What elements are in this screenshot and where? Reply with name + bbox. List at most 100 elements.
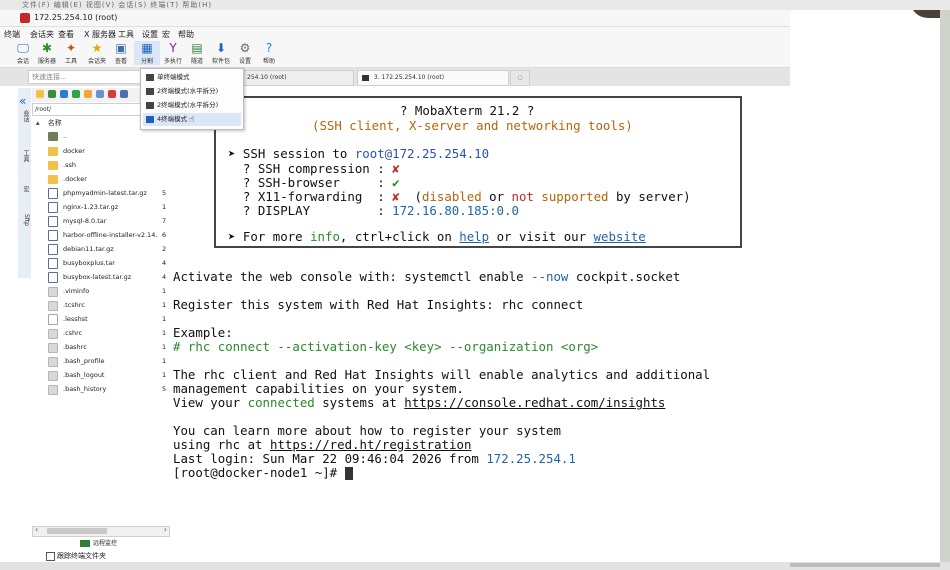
split-vertical-icon bbox=[146, 102, 154, 109]
help-link[interactable]: help bbox=[459, 229, 489, 244]
file-icon bbox=[48, 343, 58, 353]
menu-item-2[interactable]: 查看 bbox=[58, 29, 74, 40]
file-name: mysql-8.0.tar bbox=[63, 217, 107, 225]
file-row[interactable]: .bash_logout 1 bbox=[48, 369, 168, 382]
menu-item-4[interactable]: 工具 bbox=[118, 29, 134, 40]
file-row[interactable]: .. bbox=[48, 130, 168, 143]
toolbar-button-6[interactable]: Y 多执行 bbox=[160, 41, 186, 65]
file-row[interactable]: .cshrc 1 bbox=[48, 327, 168, 340]
file-size: 1 bbox=[162, 343, 167, 351]
collapse-sidebar-icon[interactable]: « bbox=[19, 94, 26, 108]
file-row[interactable]: harbor-offline-installer-v2.14... 6 bbox=[48, 229, 168, 242]
toolbar-button-2[interactable]: ✦ 工具 bbox=[58, 41, 84, 65]
file-row[interactable]: .viminfo 1 bbox=[48, 285, 168, 298]
more-icon[interactable] bbox=[120, 90, 128, 98]
file-row[interactable]: nginx-1.23.tar.gz 1 bbox=[48, 201, 168, 214]
file-row[interactable]: busyboxplus.tar 4 bbox=[48, 257, 168, 270]
main-toolbar: 🖵 会话 ✱ 服务器 ✦ 工具 ★ 会话夹 ▣ 查看 ▦ 分割 Y 多执行 ▤ 隧道 ⬇ 软件包 ⚙ 设置? 帮助 bbox=[0, 41, 790, 68]
terminal-line-last-login: Last login: Sun Mar 22 09:46:04 2026 fro… bbox=[173, 451, 576, 466]
file-name: .. bbox=[63, 132, 68, 140]
toolbar-label: 分割 bbox=[140, 58, 153, 65]
toolbar-button-8[interactable]: ⬇ 软件包 bbox=[208, 41, 234, 65]
menu-item-7[interactable]: 帮助 bbox=[178, 29, 194, 40]
file-icon bbox=[48, 287, 58, 297]
quick-connect-input[interactable]: 快速连接... bbox=[28, 70, 143, 84]
file-row[interactable]: .bashrc 1 bbox=[48, 341, 168, 354]
file-icon bbox=[48, 258, 58, 269]
toolbar-button-9[interactable]: ⚙ 设置 bbox=[232, 41, 258, 65]
file-row[interactable]: .tcshrc 1 bbox=[48, 299, 168, 312]
toolbar-button-10[interactable]: ? 帮助 bbox=[256, 41, 282, 65]
info-link[interactable]: info bbox=[310, 229, 340, 244]
terminal-icon bbox=[362, 74, 369, 81]
side-tab-2[interactable]: 宏 bbox=[19, 186, 30, 192]
horizontal-scrollbar[interactable]: ‹ › bbox=[32, 525, 170, 537]
file-row[interactable]: mysql-8.0.tar 7 bbox=[48, 215, 168, 228]
file-icon bbox=[48, 230, 58, 241]
file-row[interactable]: .ssh bbox=[48, 159, 168, 172]
menu-item-0[interactable]: 终端 bbox=[4, 29, 20, 40]
delete-icon[interactable] bbox=[108, 90, 116, 98]
insights-link[interactable]: https://console.redhat.com/insights bbox=[404, 395, 665, 410]
refresh-icon[interactable] bbox=[72, 90, 80, 98]
file-row[interactable]: docker bbox=[48, 145, 168, 158]
terminal-prompt[interactable]: [root@docker-node1 ~]# bbox=[173, 465, 353, 480]
toolbar-button-3[interactable]: ★ 会话夹 bbox=[84, 41, 110, 65]
menu-item-2-terminal-horizontal[interactable]: 2终端模式(水平拆分) bbox=[143, 85, 241, 98]
bottom-right-bar bbox=[790, 563, 940, 567]
new-tab-icon: ◌ bbox=[517, 74, 523, 81]
file-row[interactable]: debian11.tar.gz 2 bbox=[48, 243, 168, 256]
toolbar-label: 会话 bbox=[16, 58, 29, 65]
side-tab-3[interactable]: Sftp bbox=[19, 214, 30, 226]
scroll-left-icon[interactable]: ‹ bbox=[35, 525, 38, 534]
checkbox-box[interactable] bbox=[46, 551, 55, 561]
parent-dir-icon bbox=[48, 132, 58, 141]
file-row[interactable]: busybox-latest.tar.gz 4 bbox=[48, 271, 168, 284]
banner-row-compression: ? SSH compression : ✘ bbox=[228, 161, 400, 176]
parent-folder-icon[interactable] bbox=[36, 90, 44, 98]
follow-terminal-folder-checkbox[interactable]: 跟踪终端文件夹 bbox=[46, 551, 106, 561]
menu-item-6[interactable]: 宏 bbox=[162, 29, 170, 40]
file-row[interactable]: .docker bbox=[48, 173, 168, 186]
toolbar-button-1[interactable]: ✱ 服务器 bbox=[34, 41, 60, 65]
packages-icon: ⬇ bbox=[215, 41, 227, 55]
website-link[interactable]: website bbox=[594, 229, 646, 244]
new-tab-button[interactable]: ◌ bbox=[510, 70, 530, 86]
new-file-icon[interactable] bbox=[96, 90, 104, 98]
menu-item-1[interactable]: 会话夹 bbox=[30, 29, 54, 40]
menu-item-2-terminal-vertical[interactable]: 2终端模式(水平拆分) bbox=[143, 99, 241, 112]
file-name: .tcshrc bbox=[63, 301, 85, 309]
toolbar-button-7[interactable]: ▤ 隧道 bbox=[184, 41, 210, 65]
toolbar-label: 多执行 bbox=[163, 58, 182, 65]
registration-link[interactable]: https://red.ht/registration bbox=[270, 437, 471, 452]
file-row[interactable]: .bash_profile 1 bbox=[48, 355, 168, 368]
download-icon[interactable] bbox=[48, 90, 56, 98]
menu-item-3[interactable]: X 服务器 bbox=[84, 29, 116, 40]
scroll-right-icon[interactable]: › bbox=[164, 525, 167, 534]
toolbar-button-5[interactable]: ▦ 分割 bbox=[134, 41, 160, 65]
file-list-header[interactable]: ▴ 名称 bbox=[36, 118, 62, 128]
side-tab-1[interactable]: 工具 bbox=[19, 150, 30, 162]
file-name: harbor-offline-installer-v2.14... bbox=[63, 231, 158, 239]
tab-session-3[interactable]: 3. 172.25.254.10 (root) bbox=[357, 70, 509, 86]
side-tab-0[interactable]: 会话 bbox=[19, 110, 30, 122]
remote-monitoring-button[interactable]: 远程监控 bbox=[80, 538, 140, 549]
file-row[interactable]: .lesshst 1 bbox=[48, 313, 168, 326]
toolbar-button-0[interactable]: 🖵 会话 bbox=[10, 41, 36, 65]
new-folder-icon[interactable] bbox=[84, 90, 92, 98]
file-row[interactable]: .bash_history 5 bbox=[48, 383, 168, 396]
tab-session-2[interactable]: 254.10 (root) bbox=[242, 70, 354, 86]
toolbar-button-4[interactable]: ▣ 查看 bbox=[108, 41, 134, 65]
menu-item-5[interactable]: 设置 bbox=[142, 29, 158, 40]
toolbar-label: 工具 bbox=[64, 58, 77, 65]
folder-icon bbox=[48, 175, 58, 184]
menu-item-4-terminal[interactable]: 4终端模式 ☝ bbox=[143, 113, 241, 126]
file-row[interactable]: phpmyadmin-latest.tar.gz 5 bbox=[48, 187, 168, 200]
sort-arrow-icon: ▴ bbox=[36, 119, 40, 127]
tools-icon: ✦ bbox=[65, 41, 77, 55]
scrollbar-thumb[interactable] bbox=[47, 528, 107, 534]
folder-icon bbox=[48, 147, 58, 156]
upload-icon[interactable] bbox=[60, 90, 68, 98]
menu-item-single-terminal[interactable]: 单终端模式 bbox=[143, 71, 241, 84]
file-icon bbox=[48, 216, 58, 227]
